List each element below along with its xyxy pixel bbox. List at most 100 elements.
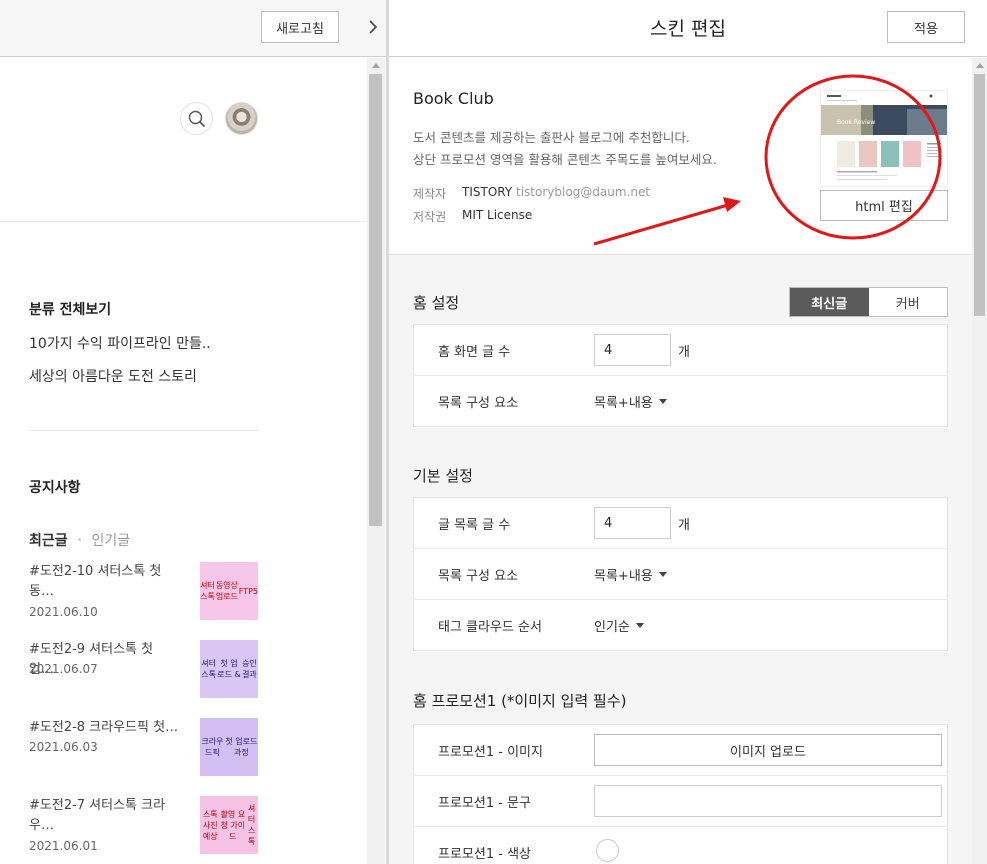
post-date: 2021.06.10 xyxy=(29,605,98,619)
post-date: 2021.06.07 xyxy=(29,662,98,676)
post-title[interactable]: #도전2-8 크라우드픽 첫… xyxy=(29,718,179,738)
thumbnail-text: 셔터스톡 xyxy=(247,804,256,846)
home-mode-toggle[interactable]: 최신글 커버 xyxy=(789,287,948,317)
settings-row: 태그 클라우드 순서 인기순 xyxy=(414,600,947,651)
post-thumbnail[interactable]: 스톡사진 예상 촬영 요청 가이드 셔터스톡 xyxy=(200,796,258,854)
list-composition-dropdown[interactable]: 목록+내용 xyxy=(594,565,667,584)
post-title[interactable]: #도전2-10 셔터스톡 첫 동… xyxy=(29,562,179,602)
scroll-up-icon[interactable] xyxy=(972,58,987,72)
settings-row: 목록 구성 요소 목록+내용 xyxy=(414,549,947,600)
unit-label: 개 xyxy=(678,518,690,533)
settings-row: 글 목록 글 수 4 개 xyxy=(414,498,947,549)
unit-label: 개 xyxy=(678,345,690,360)
list-post-count-input[interactable]: 4 xyxy=(594,507,671,539)
post-date: 2021.06.01 xyxy=(29,839,98,853)
home-post-count-input[interactable]: 4 xyxy=(594,334,671,366)
list-post-count-label: 글 목록 글 수 xyxy=(438,518,511,533)
promotion1-text-input[interactable] xyxy=(594,785,942,817)
thumbnail-text: 셔터스톡 xyxy=(200,581,215,601)
preview-toolbar: 새로고침 xyxy=(0,0,386,57)
search-icon[interactable] xyxy=(180,102,213,135)
basic-settings-title: 기본 설정 xyxy=(413,467,473,485)
post-thumbnail[interactable]: 셔터스톡 첫 업로드 & 승인결과 xyxy=(200,640,258,698)
tab-latest-posts[interactable]: 최신글 xyxy=(790,288,869,316)
tag-cloud-order-label: 태그 클라우드 순서 xyxy=(438,620,542,635)
refresh-button[interactable]: 새로고침 xyxy=(261,11,339,43)
notice-link[interactable]: 공지사항 xyxy=(29,477,81,497)
post-thumbnail[interactable]: 크라우드픽 첫 업로드 과정 xyxy=(200,718,258,776)
divider xyxy=(29,430,258,431)
post-item[interactable]: #도전2-10 셔터스톡 첫 동… 2021.06.10 셔터스톡 동영상 업로드… xyxy=(29,562,259,622)
promotion1-image-label: 프로모션1 - 이미지 xyxy=(438,745,543,760)
maker-label: 제작자 xyxy=(413,187,447,201)
thumbnail-text: 스톡사진 예상 xyxy=(202,809,218,841)
dropdown-value: 인기순 xyxy=(594,620,630,635)
caret-down-icon xyxy=(658,572,667,577)
thumbnail-text: 첫 업로드 과정 xyxy=(225,737,258,757)
thumbnail-text: FTP5 xyxy=(238,586,258,596)
skin-thumbnail: Book Review xyxy=(820,90,948,187)
post-title[interactable]: #도전2-7 셔터스톡 크라우… xyxy=(29,796,179,836)
preview-scrollbar[interactable] xyxy=(367,58,385,864)
skin-edit-panel: 스킨 편집 적용 Book Club 도서 콘텐츠를 제공하는 출판사 블로그에… xyxy=(389,0,987,864)
license-label: 저작권 xyxy=(413,210,447,224)
scrollbar-thumb[interactable] xyxy=(369,74,382,526)
promotion1-title: 홈 프로모션1 (*이미지 입력 필수) xyxy=(413,692,627,710)
scroll-up-icon[interactable] xyxy=(367,58,385,72)
category-item[interactable]: 세상의 아름다운 도전 스토리 xyxy=(29,366,197,386)
skin-editor-app: 새로고침 분류 전체보기 10가지 수익 파이프라인 만들.. 세상의 아름다운… xyxy=(0,0,987,864)
tab-cover[interactable]: 커버 xyxy=(868,288,947,316)
category-all-link[interactable]: 분류 전체보기 xyxy=(29,299,111,319)
thumb-book-review-text: Book Review xyxy=(837,119,875,126)
maker-value: TISTORY tistoryblog@daum.net xyxy=(462,185,650,199)
settings-row: 홈 화면 글 수 4 개 xyxy=(414,325,947,376)
skin-info-card: Book Club 도서 콘텐츠를 제공하는 출판사 블로그에 추천합니다. 상… xyxy=(389,58,972,255)
settings-row: 프로모션1 - 색상 xyxy=(414,827,947,864)
basic-settings-panel: 글 목록 글 수 4 개 목록 구성 요소 목록+내용 태그 클라우드 순서 인… xyxy=(413,497,948,651)
list-composition-dropdown[interactable]: 목록+내용 xyxy=(594,392,667,411)
thumbnail-text: 승인결과 xyxy=(242,659,257,679)
list-composition-label: 목록 구성 요소 xyxy=(438,569,519,584)
settings-row: 프로모션1 - 문구 xyxy=(414,776,947,827)
maker-name: TISTORY xyxy=(462,185,513,199)
caret-down-icon xyxy=(658,399,667,404)
post-item[interactable]: #도전2-8 크라우드픽 첫… 2021.06.03 크라우드픽 첫 업로드 과정 xyxy=(29,718,259,778)
post-tabs: 최근글 • 인기글 xyxy=(29,530,130,550)
maker-email: tistoryblog@daum.net xyxy=(516,185,651,199)
skin-description: 상단 프로모션 영역을 활용해 콘텐츠 주목도를 높여보세요. xyxy=(413,152,717,167)
settings-row: 목록 구성 요소 목록+내용 xyxy=(414,376,947,427)
home-post-count-label: 홈 화면 글 수 xyxy=(438,345,511,360)
thumbnail-text: 첫 업로드 & xyxy=(217,659,241,679)
post-item[interactable]: #도전2-7 셔터스톡 크라우… 2021.06.01 스톡사진 예상 촬영 요청… xyxy=(29,796,259,856)
caret-down-icon xyxy=(635,623,644,628)
category-item[interactable]: 10가지 수익 파이프라인 만들.. xyxy=(29,333,211,353)
blog-preview-pane: 새로고침 분류 전체보기 10가지 수익 파이프라인 만들.. 세상의 아름다운… xyxy=(0,0,386,864)
editor-header: 스킨 편집 적용 xyxy=(389,0,987,57)
thumbnail-text: 크라우드픽 xyxy=(201,737,224,757)
home-settings-title: 홈 설정 xyxy=(413,294,460,312)
home-settings-panel: 홈 화면 글 수 4 개 목록 구성 요소 목록+내용 xyxy=(413,324,948,427)
dropdown-value: 목록+내용 xyxy=(594,396,653,411)
tab-separator: • xyxy=(76,534,83,546)
editor-body: Book Club 도서 콘텐츠를 제공하는 출판사 블로그에 추천합니다. 상… xyxy=(389,58,972,864)
editor-scrollbar[interactable] xyxy=(972,58,987,864)
promotion1-text-label: 프로모션1 - 문구 xyxy=(438,796,531,811)
color-picker[interactable] xyxy=(596,839,619,862)
skin-name: Book Club xyxy=(413,89,494,108)
post-item[interactable]: #도전2-9 셔터스톡 첫 업… 2021.06.07 셔터스톡 첫 업로드 & 승… xyxy=(29,640,259,700)
chevron-right-icon[interactable] xyxy=(362,12,384,42)
html-edit-button[interactable]: html 편집 xyxy=(820,190,948,221)
tab-popular[interactable]: 인기글 xyxy=(92,530,131,550)
thumbnail-text: 셔터스톡 xyxy=(201,659,216,679)
post-date: 2021.06.03 xyxy=(29,740,98,754)
scrollbar-thumb[interactable] xyxy=(974,74,985,316)
tab-recent[interactable]: 최근글 xyxy=(29,530,68,550)
image-upload-button[interactable]: 이미지 업로드 xyxy=(594,734,942,766)
promotion1-panel: 프로모션1 - 이미지 이미지 업로드 프로모션1 - 문구 프로모션1 - 색… xyxy=(413,724,948,864)
tag-cloud-order-dropdown[interactable]: 인기순 xyxy=(594,616,644,635)
post-thumbnail[interactable]: 셔터스톡 동영상 업로드 FTP5 xyxy=(200,562,258,620)
promotion1-color-label: 프로모션1 - 색상 xyxy=(438,847,531,862)
avatar[interactable] xyxy=(225,102,258,135)
apply-button[interactable]: 적용 xyxy=(887,11,965,43)
divider xyxy=(0,221,367,222)
